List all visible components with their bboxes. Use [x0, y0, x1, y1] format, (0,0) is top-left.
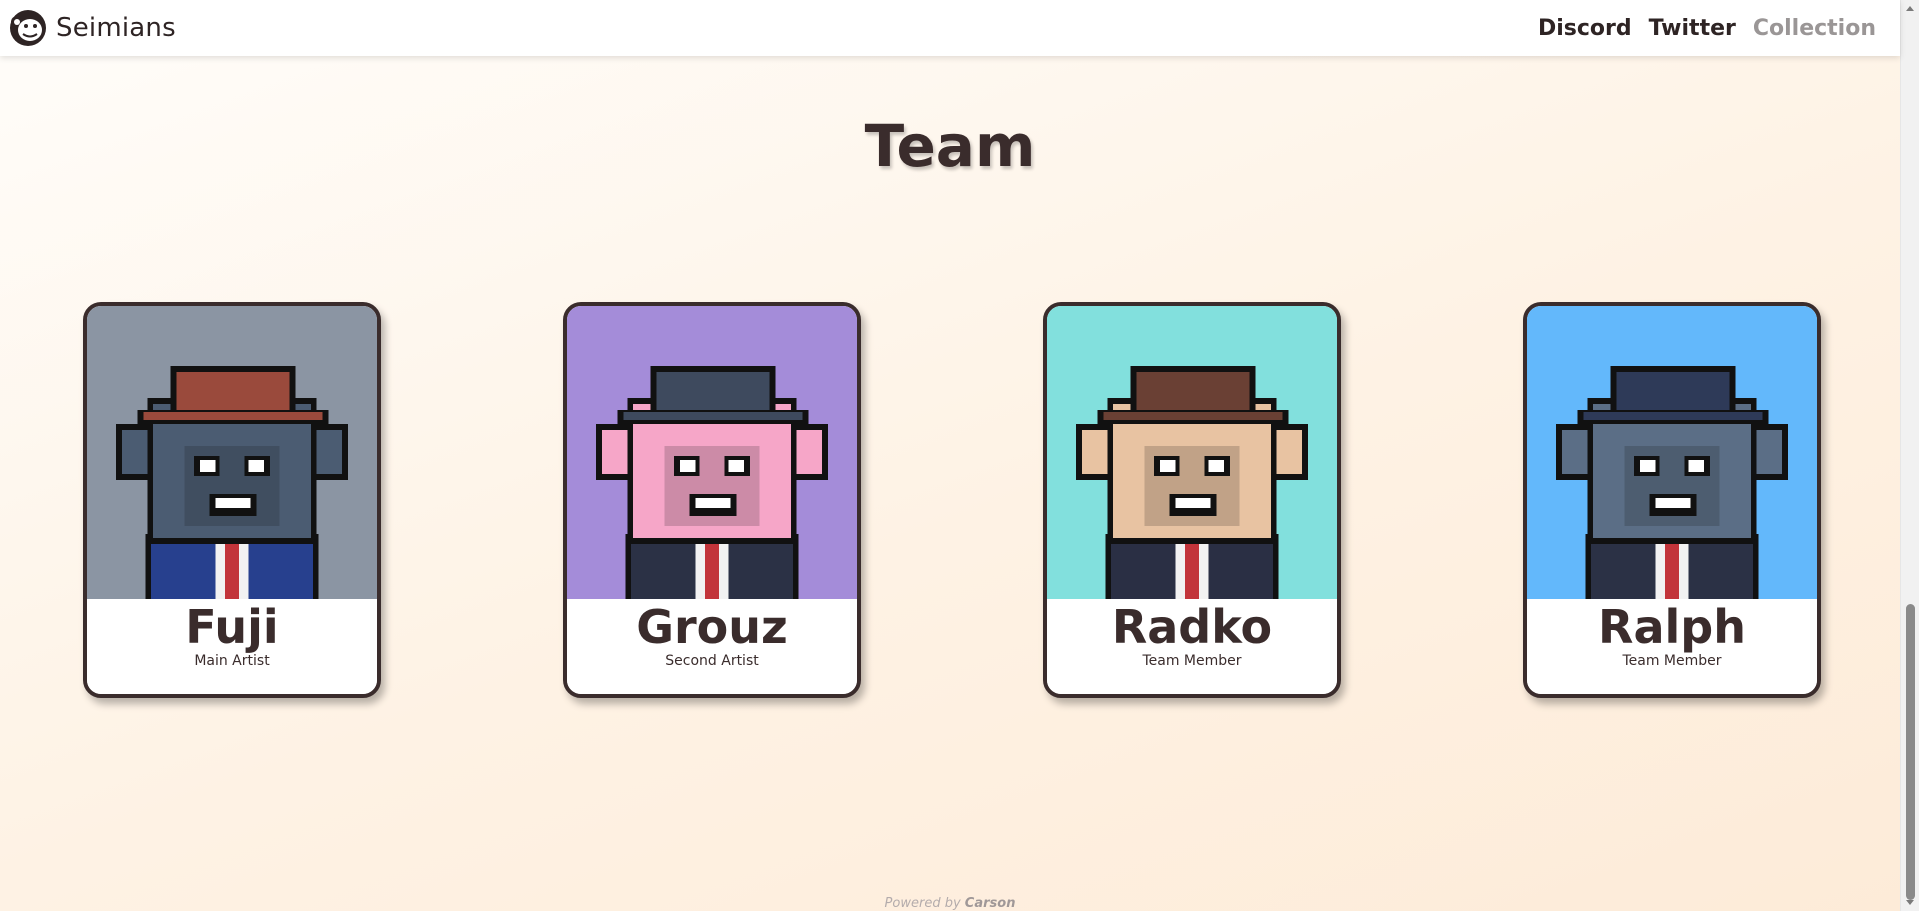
scroll-thumb[interactable] — [1906, 604, 1915, 900]
member-name: Radko — [1111, 600, 1273, 654]
member-name: Grouz — [636, 600, 788, 654]
member-role: Team Member — [1142, 653, 1242, 669]
team-card-fuji[interactable]: Fuji Main Artist — [83, 302, 381, 698]
avatar — [1047, 306, 1337, 599]
monkey-logo-icon — [8, 8, 48, 48]
member-role: Team Member — [1622, 653, 1722, 669]
footer-prefix: Powered by — [884, 896, 961, 911]
avatar — [87, 306, 377, 599]
nav-link-collection[interactable]: Collection — [1753, 16, 1876, 41]
avatar — [1527, 306, 1817, 599]
member-name: Fuji — [185, 600, 279, 654]
top-navbar: Seimians Discord Twitter Collection — [0, 0, 1900, 56]
nav-link-discord[interactable]: Discord — [1538, 16, 1632, 41]
member-name: Ralph — [1598, 600, 1746, 654]
team-card-radko[interactable]: Radko Team Member — [1043, 302, 1341, 698]
scroll-up-arrow-icon[interactable] — [1906, 6, 1914, 11]
page-scrollbar[interactable] — [1900, 0, 1919, 911]
brand[interactable]: Seimians — [8, 8, 176, 48]
team-card-ralph[interactable]: Ralph Team Member — [1523, 302, 1821, 698]
member-role: Main Artist — [194, 653, 270, 669]
section-title: Team — [864, 112, 1036, 180]
footer-credit: Powered by Carson — [0, 896, 1900, 911]
footer-brand-link[interactable]: Carson — [965, 896, 1016, 911]
main-nav: Discord Twitter Collection — [1538, 16, 1876, 41]
brand-name: Seimians — [56, 13, 176, 43]
avatar — [567, 306, 857, 599]
nav-link-twitter[interactable]: Twitter — [1649, 16, 1736, 41]
member-role: Second Artist — [665, 653, 759, 669]
team-card-grouz[interactable]: Grouz Second Artist — [563, 302, 861, 698]
scroll-down-arrow-icon[interactable] — [1906, 900, 1914, 905]
